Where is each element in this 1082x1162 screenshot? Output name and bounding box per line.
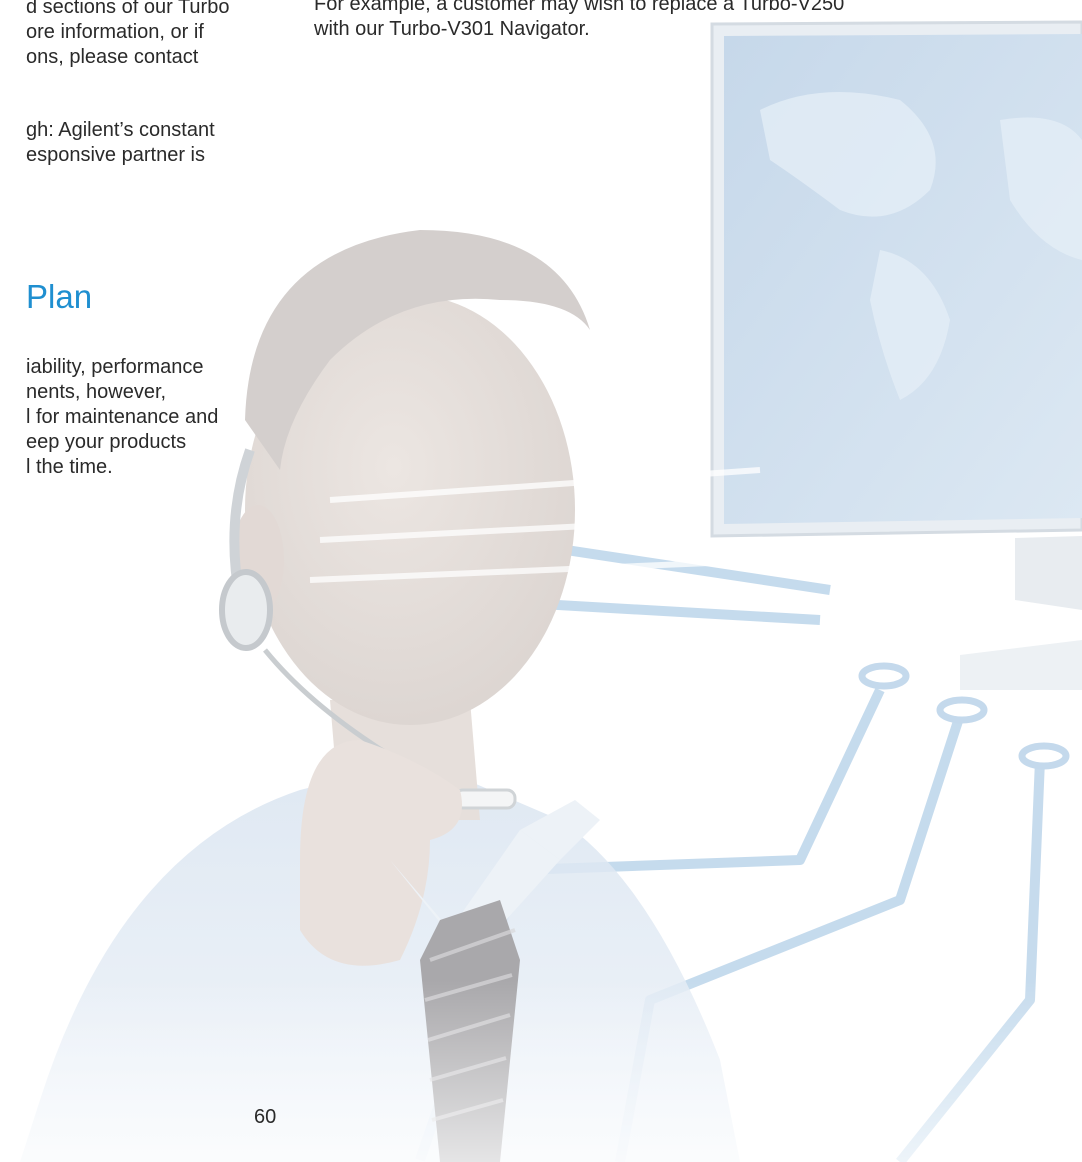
background-illustration: [0, 20, 1082, 1162]
text-line: ons, please contact: [26, 46, 199, 68]
text-line: ore information, or if: [26, 21, 204, 43]
text-line: d sections of our Turbo: [26, 0, 230, 18]
text-line: with our Turbo-V301 Navigator.: [314, 18, 590, 40]
monitor: [710, 20, 1082, 690]
page-number: 60: [254, 1106, 277, 1128]
text-line: iability, performance: [26, 356, 204, 378]
text-line: eep your products: [26, 431, 187, 453]
section-heading: Plan: [26, 278, 93, 315]
text-line: l for maintenance and: [26, 406, 219, 428]
text-line: gh: Agilent’s constant: [26, 119, 215, 141]
text-line: l the time.: [26, 456, 113, 478]
text-line: nents, however,: [26, 381, 167, 403]
text-line: esponsive partner is: [26, 144, 205, 166]
text-line: For example, a customer may wish to repl…: [314, 0, 845, 15]
